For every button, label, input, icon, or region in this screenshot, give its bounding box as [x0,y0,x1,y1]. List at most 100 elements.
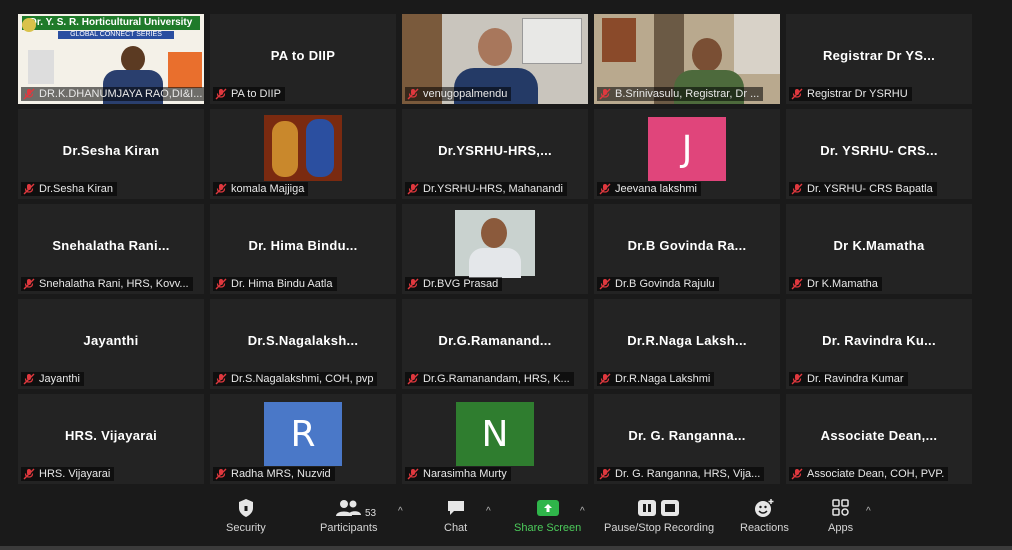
participant-name-label: HRS. Vijayarai [21,467,115,481]
participant-tile[interactable]: J Jeevana lakshmi [594,109,780,199]
participant-tile[interactable]: R Radha MRS, Nuzvid [210,394,396,484]
participant-name-label: Dr. G. Ranganna, HRS, Vija... [597,467,765,481]
banner-title: Dr. Y. S. R. Horticultural University [22,16,200,30]
participant-name: HRS. Vijayarai [39,468,111,480]
participant-tile[interactable]: PA to DIIP PA to DIIP [210,14,396,104]
participant-display-name: Dr.B Govinda Ra... [627,238,747,253]
participant-name-label: Dr. Hima Bindu Aatla [213,277,337,291]
participant-name-label: Dr K.Mamatha [789,277,882,291]
participants-caret-icon[interactable]: ^ [398,506,403,517]
participant-tile[interactable]: Dr.G.Ramanand... Dr.G.Ramanandam, HRS, K.… [402,299,588,389]
muted-mic-icon [23,373,35,385]
participants-icon [335,500,361,516]
participant-name-label: Dr.B Govinda Rajulu [597,277,719,291]
participant-tile[interactable]: HRS. Vijayarai HRS. Vijayarai [18,394,204,484]
participant-name-label: Dr. YSRHU- CRS Bapatla [789,182,937,196]
participant-display-name: Dr. YSRHU- CRS... [820,143,938,158]
participant-tile[interactable]: B.Srinivasulu, Registrar, Dr ... [594,14,780,104]
shield-icon [238,499,253,517]
participant-name: Dr.BVG Prasad [423,278,499,290]
participant-name-label: PA to DIIP [213,87,285,101]
slide-logo [22,18,36,32]
muted-mic-icon [407,468,419,480]
participant-tile[interactable]: Dr.YSRHU-HRS,... Dr.YSRHU-HRS, Mahanandi [402,109,588,199]
recording-label: Pause/Stop Recording [604,522,715,534]
apps-caret-icon[interactable]: ^ [866,506,871,517]
participant-name: PA to DIIP [231,88,281,100]
meeting-toolbar: Security Participants 53 ^ Chat ^ Share … [0,492,1012,550]
participant-tile[interactable]: Dr.S.Nagalaksh... Dr.S.Nagalakshmi, COH, … [210,299,396,389]
participant-tile[interactable]: Jayanthi Jayanthi [18,299,204,389]
participant-tile[interactable]: Dr. Y. S. R. Horticultural University GLO… [18,14,204,104]
participant-name-label: Dr. Ravindra Kumar [789,372,908,386]
muted-mic-icon [407,373,419,385]
share-caret-icon[interactable]: ^ [580,506,585,517]
participant-tile[interactable]: Dr. Ravindra Ku... Dr. Ravindra Kumar [786,299,972,389]
participant-name-label: Dr.S.Nagalakshmi, COH, pvp [213,372,378,386]
participant-name: Dr. G. Ranganna, HRS, Vija... [615,468,761,480]
participant-name-label: Dr.YSRHU-HRS, Mahanandi [405,182,567,196]
participant-tile[interactable]: venugopalmendu [402,14,588,104]
chat-button[interactable]: Chat [444,498,467,534]
participant-display-name: PA to DIIP [270,48,336,63]
participant-tile[interactable]: N Narasimha Murty [402,394,588,484]
participant-tile[interactable]: komala Majjiga [210,109,396,199]
participant-name-label: DR.K.DHANUMJAYA RAO,DI&I... [21,87,204,101]
apps-label: Apps [828,522,854,534]
participant-tile[interactable]: Dr K.Mamatha Dr K.Mamatha [786,204,972,294]
chat-icon [447,501,464,515]
participants-label: Participants [320,522,378,534]
chat-caret-icon[interactable]: ^ [486,506,491,517]
share-screen-button[interactable]: Share Screen [514,498,581,534]
avatar-letter: J [648,117,726,181]
apps-icon [831,499,849,516]
participant-name: Jeevana lakshmi [615,183,697,195]
avatar-letter: N [456,402,534,466]
muted-mic-icon [791,278,803,290]
participant-name-label: Dr.G.Ramanandam, HRS, K... [405,372,574,386]
security-button[interactable]: Security [226,498,266,534]
participant-name: Dr.YSRHU-HRS, Mahanandi [423,183,563,195]
gallery-grid: Dr. Y. S. R. Horticultural University GLO… [18,14,983,489]
participant-name: B.Srinivasulu, Registrar, Dr ... [615,88,760,100]
smiley-icon [755,499,774,517]
muted-mic-icon [791,468,803,480]
participant-tile[interactable]: Dr. YSRHU- CRS... Dr. YSRHU- CRS Bapatla [786,109,972,199]
muted-mic-icon [407,88,419,100]
pause-stop-icon [638,500,680,516]
participant-name: komala Majjiga [231,183,305,195]
muted-mic-icon [215,373,227,385]
participant-name: venugopalmendu [423,88,508,100]
participant-tile[interactable]: Dr.Sesha Kiran Dr.Sesha Kiran [18,109,204,199]
participant-tile[interactable]: Dr.BVG Prasad [402,204,588,294]
participant-tile[interactable]: Registrar Dr YS... Registrar Dr YSRHU [786,14,972,104]
recording-button[interactable]: Pause/Stop Recording [604,498,714,534]
participant-name-label: Registrar Dr YSRHU [789,87,912,101]
participant-display-name: Snehalatha Rani... [52,238,170,253]
participant-tile[interactable]: Dr. Hima Bindu... Dr. Hima Bindu Aatla [210,204,396,294]
participant-tile[interactable]: Snehalatha Rani... Snehalatha Rani, HRS, … [18,204,204,294]
avatar-letter: R [264,402,342,466]
reactions-label: Reactions [740,522,789,534]
profile-picture [455,210,535,278]
muted-mic-icon [599,88,611,100]
participant-display-name: Dr.YSRHU-HRS,... [438,143,552,158]
muted-mic-icon [599,468,611,480]
participant-tile[interactable]: Dr. G. Ranganna... Dr. G. Ranganna, HRS, … [594,394,780,484]
participant-name: Jayanthi [39,373,80,385]
participant-name-label: komala Majjiga [213,182,309,196]
participant-name: Dr. Ravindra Kumar [807,373,904,385]
participant-name-label: Narasimha Murty [405,467,511,481]
apps-button[interactable]: Apps [828,498,853,534]
participant-name: Registrar Dr YSRHU [807,88,908,100]
participant-tile[interactable]: Dr.B Govinda Ra... Dr.B Govinda Rajulu [594,204,780,294]
banner-subtitle: GLOBAL CONNECT SERIES [58,31,174,39]
participant-tile[interactable]: Dr.R.Naga Laksh... Dr.R.Naga Lakshmi [594,299,780,389]
muted-mic-icon [215,468,227,480]
participant-name: Associate Dean, COH, PVP. [807,468,945,480]
participant-name-label: Jeevana lakshmi [597,182,701,196]
participant-tile[interactable]: Associate Dean,... Associate Dean, COH, P… [786,394,972,484]
muted-mic-icon [791,183,803,195]
participant-display-name: Dr. Ravindra Ku... [822,333,936,348]
reactions-button[interactable]: Reactions [740,498,789,534]
